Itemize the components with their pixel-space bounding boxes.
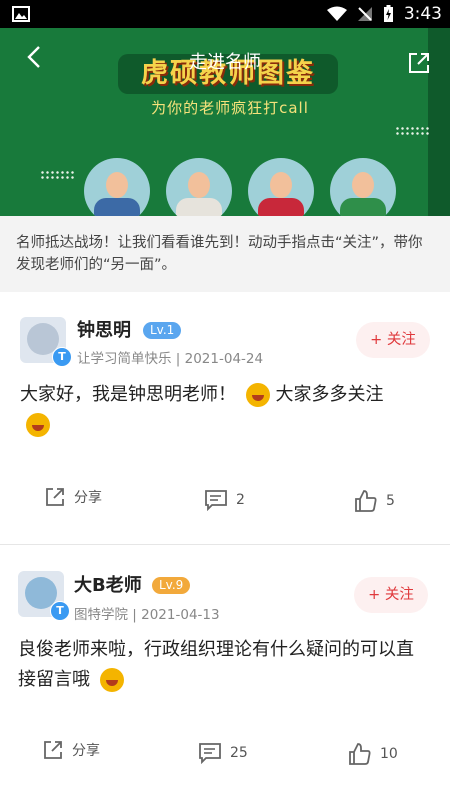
decor-dots [40,170,76,180]
level-badge: Lv.9 [152,577,191,594]
teacher-badge-icon: T [52,347,72,367]
post-content: 大家好，我是钟思明老师！ 大家多多关注 [20,380,420,440]
thumbs-up-icon [349,743,371,765]
clock-time: 3:43 [403,4,442,24]
share-icon [44,741,62,759]
post-meta: 让学习简单快乐 | 2021-04-24 [77,351,264,367]
post-card: T 钟思明 Lv.1 让学习简单快乐 | 2021-04-24 + 关注 大家好… [0,292,450,544]
author-name[interactable]: 钟思明 [77,316,131,342]
post-text: 大家多多关注 [275,384,384,405]
teacher-badge-icon: T [50,601,70,621]
thumbs-up-icon [355,490,377,512]
author-name[interactable]: 大B老师 [74,571,142,597]
comment-action[interactable]: 2 [204,489,245,511]
post-card: T 大B老师 Lv.9 图特学院 | 2021-04-13 + 关注 良俊老师来… [0,545,450,800]
level-badge: Lv.1 [143,322,182,339]
teacher-illustration [166,158,232,216]
teacher-illustration [84,158,150,216]
tiger-emoji-icon [26,413,50,437]
share-icon [46,488,64,506]
like-action[interactable]: 10 [348,742,398,766]
post-meta: 图特学院 | 2021-04-13 [74,607,220,623]
image-notification-icon [12,6,30,22]
teacher-illustration [248,158,314,216]
no-signal-icon [357,7,372,21]
share-action[interactable]: 分享 [44,486,102,508]
status-bar: 3:43 [0,0,450,28]
like-action[interactable]: 5 [354,489,395,513]
share-label: 分享 [74,490,102,506]
tiger-emoji-icon [245,383,270,407]
post-text: 良俊老师来啦，行政组织理论有什么疑问的可以直接留言哦 [18,639,414,690]
tiger-emoji-icon [99,668,124,692]
like-count: 10 [380,746,398,762]
comment-icon [199,743,221,764]
back-arrow-icon[interactable] [20,42,50,72]
banner-subtitle: 为你的老师疯狂打call [151,99,309,117]
intro-text: 名师抵达战场！让我们看看谁先到！动动手指点击“关注”，带你发现老师们的“另一面”… [0,216,450,292]
comment-count: 2 [236,492,245,508]
comment-action[interactable]: 25 [198,742,248,764]
decor-dots [395,126,431,136]
post-text: 大家好，我是钟思明老师！ [20,384,236,405]
share-action[interactable]: 分享 [42,739,100,761]
comment-count: 25 [230,745,248,761]
like-count: 5 [386,493,395,509]
follow-button[interactable]: + 关注 [354,577,428,613]
share-label: 分享 [72,743,100,759]
teacher-avatars [84,158,396,216]
battery-charging-icon [383,5,393,22]
post-content: 良俊老师来啦，行政组织理论有什么疑问的可以直接留言哦 [18,635,420,695]
teacher-illustration [330,158,396,216]
page-title: 走进名师 [189,52,261,73]
wifi-icon [326,6,347,21]
comment-icon [205,490,227,511]
share-icon[interactable] [406,50,432,76]
follow-button[interactable]: + 关注 [356,322,430,358]
